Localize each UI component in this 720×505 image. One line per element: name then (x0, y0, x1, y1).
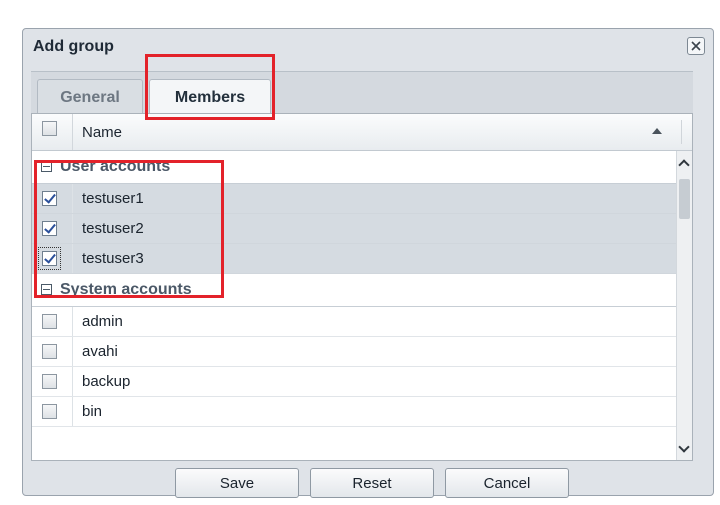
scroll-down-icon[interactable] (678, 441, 690, 453)
row-check-cell (32, 307, 73, 336)
table-row[interactable]: testuser3 (32, 244, 678, 274)
row-checkbox[interactable] (38, 247, 61, 270)
scroll-thumb[interactable] (679, 179, 690, 219)
group-header-user-accounts[interactable]: User accounts (32, 151, 678, 184)
header-check-cell (32, 114, 73, 150)
grid-header: Name (32, 114, 692, 151)
table-row[interactable]: backup (32, 367, 678, 397)
vertical-scrollbar[interactable] (676, 151, 692, 460)
table-row[interactable]: testuser1 (32, 184, 678, 214)
row-check-cell (32, 214, 73, 243)
dialog-title: Add group (33, 38, 114, 55)
row-name: backup (82, 373, 131, 390)
row-check-cell (32, 367, 73, 396)
column-header-name[interactable]: Name (82, 124, 122, 141)
table-row[interactable]: avahi (32, 337, 678, 367)
select-all-checkbox[interactable] (42, 121, 57, 136)
row-name: testuser2 (82, 220, 144, 237)
members-grid: Name User accounts testuser1 testuser2 t… (31, 113, 693, 461)
collapse-toggle-icon[interactable] (41, 284, 52, 295)
row-checkbox[interactable] (42, 374, 57, 389)
row-name: admin (82, 313, 123, 330)
table-row[interactable]: testuser2 (32, 214, 678, 244)
tab-general[interactable]: General (37, 79, 143, 115)
add-group-dialog: Add group General Members Name User acco… (22, 28, 714, 498)
row-checkbox[interactable] (42, 344, 57, 359)
row-name: bin (82, 403, 103, 420)
dialog-footer: Save Reset Cancel (23, 461, 713, 498)
sort-ascending-icon (652, 128, 662, 134)
save-button[interactable]: Save (175, 468, 299, 498)
row-checkbox[interactable] (42, 404, 57, 419)
cancel-button[interactable]: Cancel (445, 468, 569, 498)
row-name: avahi (82, 343, 118, 360)
row-checkbox[interactable] (42, 191, 57, 206)
table-row[interactable]: admin (32, 307, 678, 337)
close-icon (691, 41, 701, 51)
reset-button[interactable]: Reset (310, 468, 434, 498)
group-header-system-accounts[interactable]: System accounts (32, 274, 678, 307)
group-title: User accounts (60, 158, 171, 175)
group-title: System accounts (60, 281, 192, 298)
close-button[interactable] (687, 37, 705, 55)
scroll-up-icon[interactable] (678, 159, 690, 171)
grid-body: User accounts testuser1 testuser2 testus… (32, 151, 678, 460)
row-checkbox[interactable] (42, 221, 57, 236)
tab-strip: General Members (31, 71, 693, 115)
row-check-cell (32, 244, 73, 273)
table-row[interactable]: bin (32, 397, 678, 427)
screen: Add group General Members Name User acco… (0, 0, 720, 505)
tab-members[interactable]: Members (149, 79, 271, 115)
collapse-toggle-icon[interactable] (41, 161, 52, 172)
row-check-cell (32, 397, 73, 426)
row-check-cell (32, 184, 73, 213)
row-name: testuser1 (82, 190, 144, 207)
row-check-cell (32, 337, 73, 366)
row-name: testuser3 (82, 250, 144, 267)
row-checkbox[interactable] (42, 314, 57, 329)
header-divider (681, 120, 682, 144)
